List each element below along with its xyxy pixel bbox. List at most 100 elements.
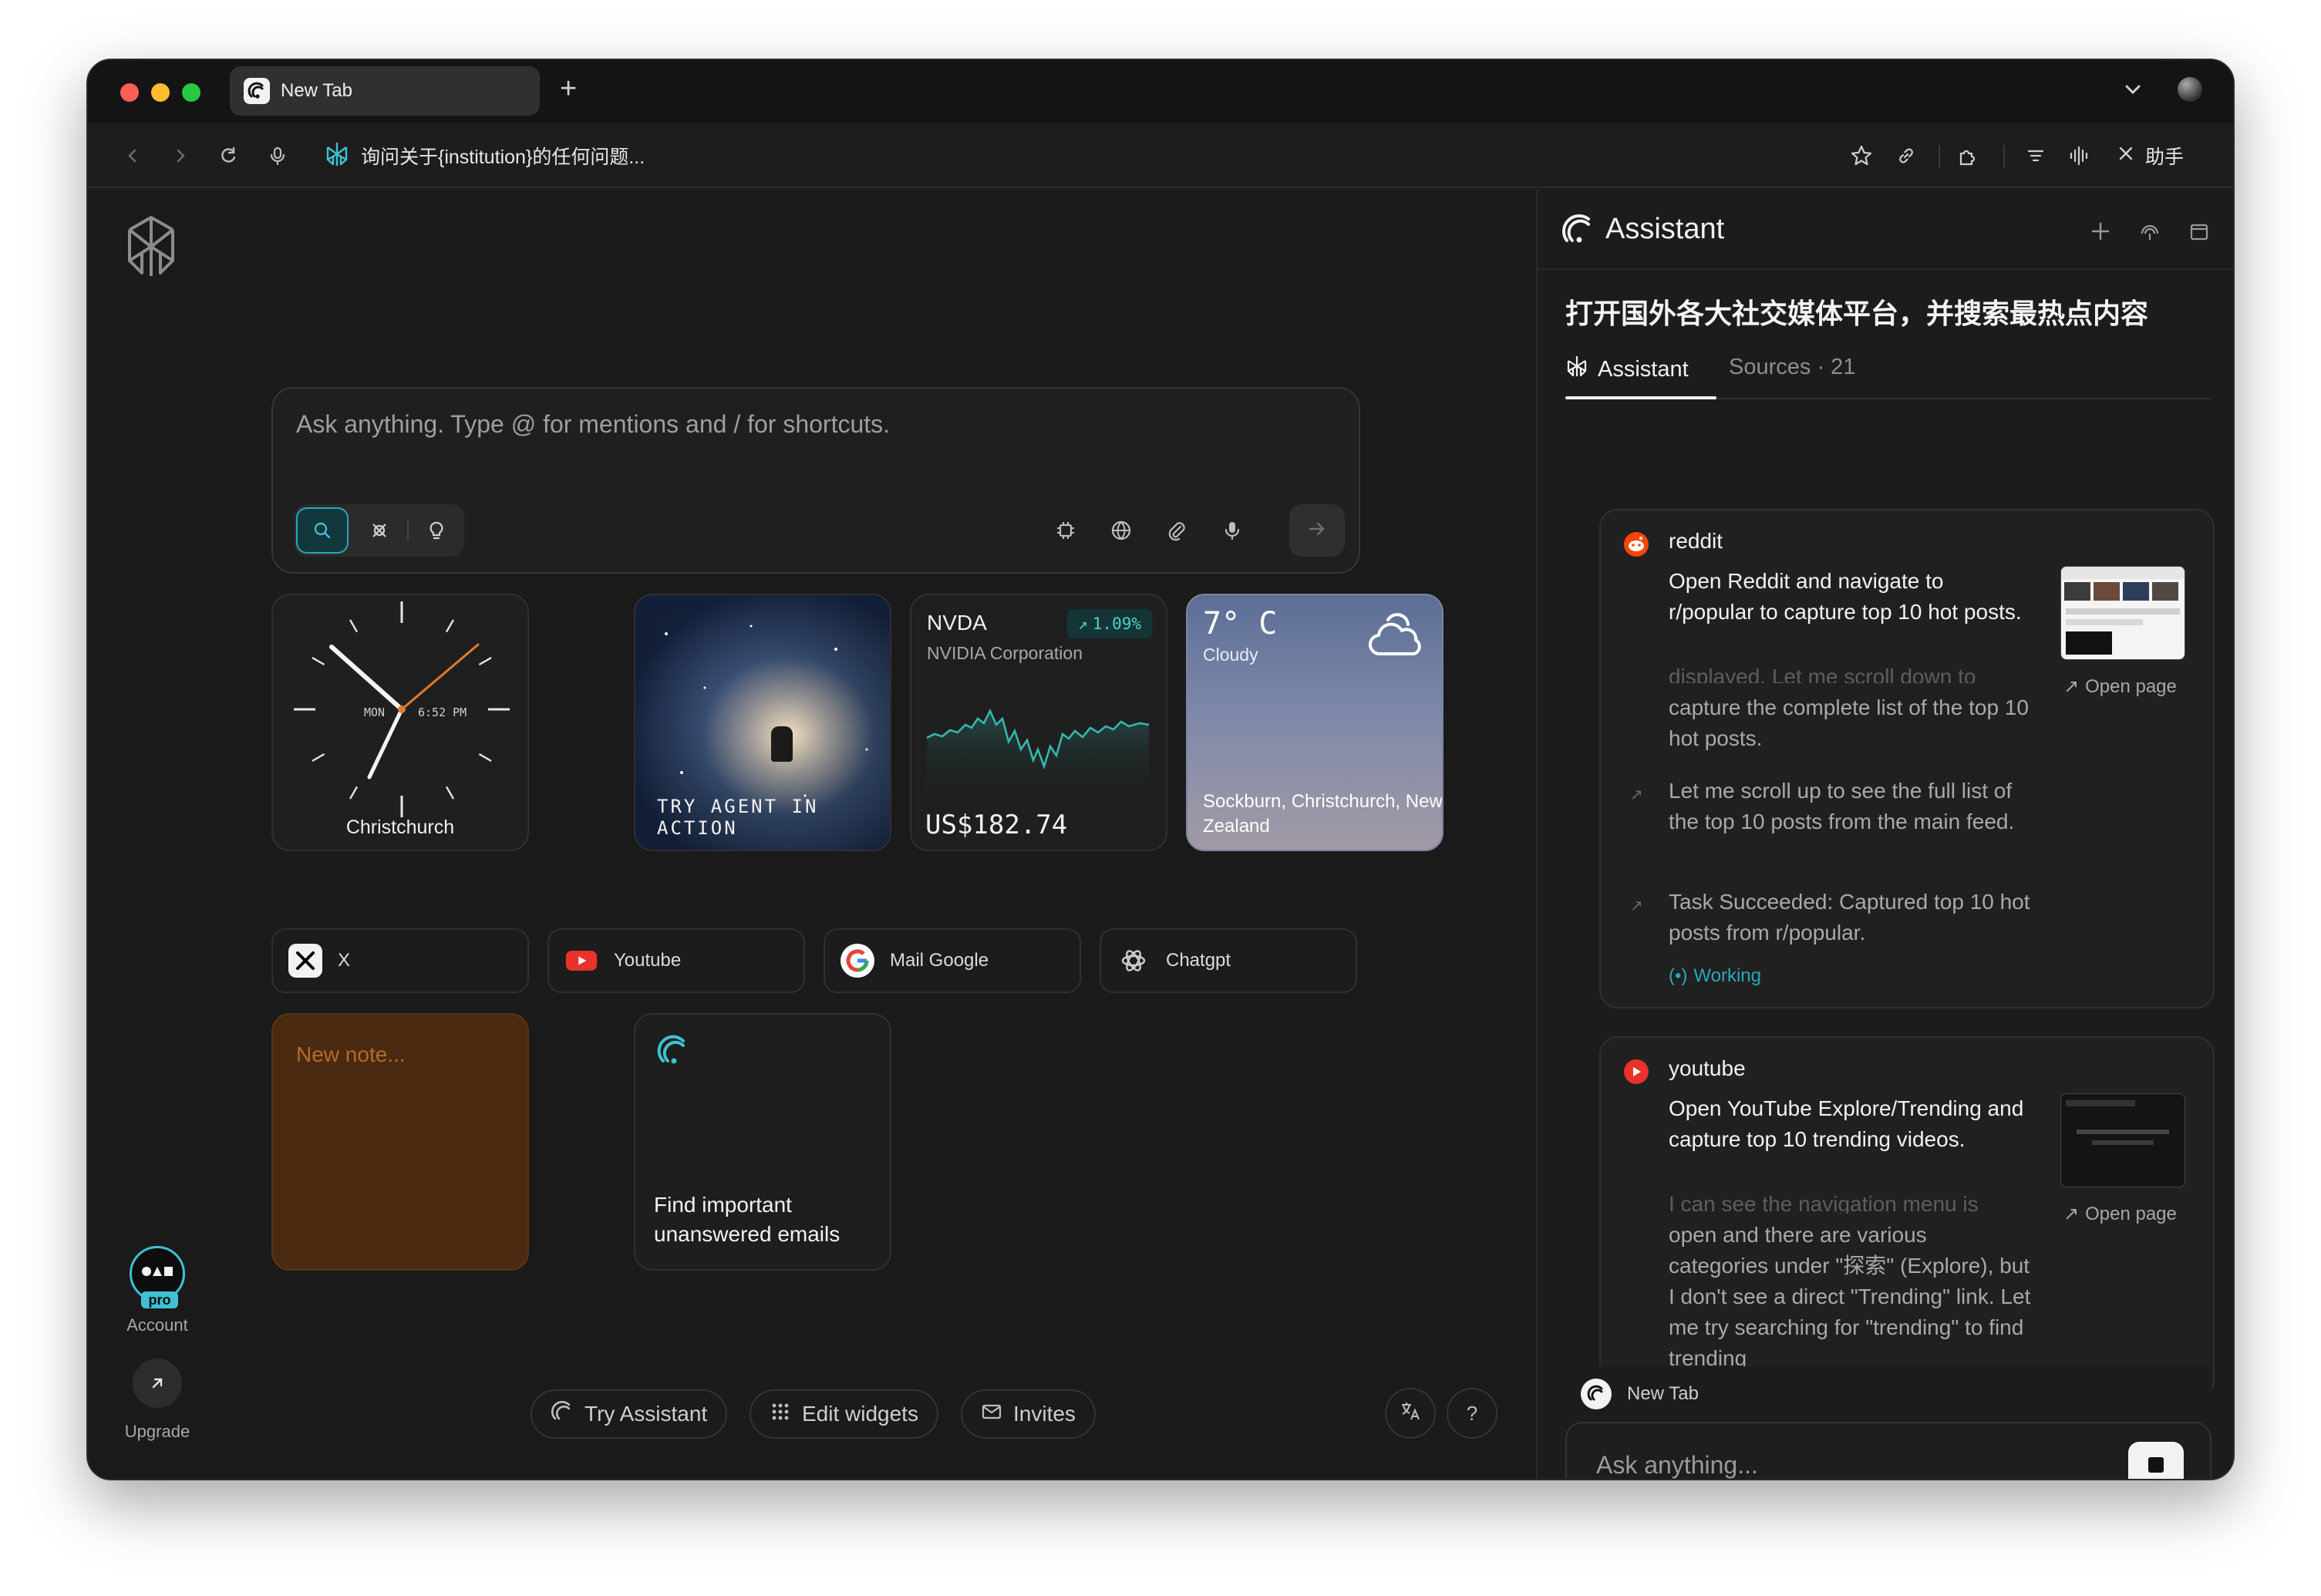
search-mode-button[interactable] xyxy=(296,507,349,554)
help-button[interactable]: ? xyxy=(1447,1388,1497,1439)
active-tab-indicator xyxy=(1565,396,1716,399)
weather-condition: Cloudy xyxy=(1203,645,1258,665)
invites-button[interactable]: Invites xyxy=(961,1389,1096,1439)
audio-waveform-icon[interactable] xyxy=(2065,142,2093,170)
close-icon xyxy=(2117,145,2134,167)
assistant-ask-box xyxy=(1565,1422,2212,1479)
shortcut-chatgpt[interactable]: Chatgpt xyxy=(1100,928,1357,993)
clock-tick xyxy=(445,619,455,633)
task-description: Open YouTube Explore/Trending and captur… xyxy=(1669,1096,2024,1151)
tab-strip: New Tab + xyxy=(88,60,2233,123)
zoom-window-button[interactable] xyxy=(182,83,200,102)
arrow-up-right-icon: ↗ xyxy=(1630,897,1643,914)
page-thumbnail[interactable] xyxy=(2060,1093,2185,1187)
clock-tick xyxy=(349,619,359,633)
note-widget[interactable]: New note... xyxy=(271,1013,529,1271)
research-mode-button[interactable] xyxy=(353,507,406,554)
google-icon xyxy=(840,944,874,978)
clock-tick xyxy=(312,656,325,666)
shortcut-x[interactable]: X xyxy=(271,928,529,993)
extensions-icon[interactable] xyxy=(1954,142,1982,170)
bookmark-star-icon[interactable] xyxy=(1848,142,1875,170)
minimize-window-button[interactable] xyxy=(151,83,170,102)
clock-city: Christchurch xyxy=(345,817,455,838)
tab-new-tab[interactable]: New Tab xyxy=(230,66,540,116)
weather-widget[interactable]: 7° C Cloudy Sockburn, Christchurch, New … xyxy=(1186,594,1443,851)
new-tab-button[interactable]: + xyxy=(560,72,577,106)
open-page-link[interactable]: ↗ Open page xyxy=(2063,1203,2177,1225)
chevron-down-icon[interactable] xyxy=(2117,74,2148,105)
working-pulse-icon: (•) xyxy=(1669,965,1688,986)
try-assistant-button[interactable]: Try Assistant xyxy=(531,1389,728,1439)
assistant-logo-icon xyxy=(1581,1379,1612,1409)
assistant-panel-header: Assistant xyxy=(1538,190,2233,270)
task-status: (•) Working xyxy=(1669,965,1761,987)
chip-icon[interactable] xyxy=(1052,517,1080,544)
weather-temperature: 7° C xyxy=(1203,606,1278,641)
reload-icon[interactable] xyxy=(214,142,242,170)
search-input[interactable] xyxy=(296,410,1299,439)
link-icon[interactable] xyxy=(1892,142,1920,170)
chatgpt-icon xyxy=(1117,944,1150,978)
assistant-tip-widget[interactable]: Find important unanswered emails xyxy=(634,1013,891,1271)
shortcut-mail-google[interactable]: Mail Google xyxy=(824,928,1081,993)
mode-divider xyxy=(407,520,409,541)
task-step: displayed. Let me scroll down to xyxy=(1669,665,1976,683)
pro-badge: pro xyxy=(141,1291,178,1308)
address-text[interactable]: 询问关于{institution}的任何问题... xyxy=(361,142,645,170)
translate-button[interactable] xyxy=(1385,1388,1436,1439)
shortcut-youtube[interactable]: Youtube xyxy=(547,928,805,993)
account-button[interactable]: pro Account xyxy=(119,1246,196,1335)
assistant-logo-icon xyxy=(551,1400,574,1429)
stop-icon xyxy=(2147,1456,2165,1478)
labs-mode-button[interactable] xyxy=(410,507,463,554)
upgrade-button[interactable]: Upgrade xyxy=(119,1359,196,1442)
page-thumbnail[interactable] xyxy=(2060,566,2185,660)
invites-label: Invites xyxy=(1013,1402,1076,1426)
agent-demo-widget[interactable]: TRY AGENT IN ACTION xyxy=(634,594,891,851)
assistant-panel: Assistant 打开国外各大社交媒体平台，并搜索最热点内容 Assistan… xyxy=(1536,190,2233,1479)
assistant-logo-icon xyxy=(655,1033,691,1072)
profile-avatar[interactable] xyxy=(2178,77,2202,102)
task-step: Let me scroll up to see the full list of… xyxy=(1669,779,2015,833)
tab-assistant[interactable]: Assistant xyxy=(1565,355,1689,384)
omnibox[interactable]: 询问关于{institution}的任何问题... xyxy=(324,139,645,173)
shortcut-label: Chatgpt xyxy=(1166,950,1231,971)
open-page-label: Open page xyxy=(2085,1203,2177,1224)
stop-button[interactable] xyxy=(2128,1442,2184,1479)
arrow-right-icon xyxy=(1306,518,1328,544)
globe-icon[interactable] xyxy=(1107,517,1135,544)
perplexity-logo-icon[interactable] xyxy=(122,214,180,279)
open-page-link[interactable]: ↗ Open page xyxy=(2063,675,2177,698)
edit-widgets-label: Edit widgets xyxy=(802,1402,918,1426)
task-card-reddit: reddit Open Reddit and navigate to r/pop… xyxy=(1599,509,2215,1008)
forward-icon[interactable] xyxy=(167,142,194,170)
thumbnail-row xyxy=(2066,1100,2135,1106)
reader-mode-icon[interactable] xyxy=(2022,142,2050,170)
tab-sources[interactable]: Sources · 21 xyxy=(1729,355,1855,380)
new-thread-plus-icon[interactable] xyxy=(2087,217,2114,245)
thumbnail-block xyxy=(2066,631,2112,655)
thumbnail-tile xyxy=(2094,582,2120,601)
history-icon[interactable] xyxy=(2136,217,2164,245)
close-window-button[interactable] xyxy=(120,83,139,102)
cloudy-icon xyxy=(1365,609,1427,664)
shortcut-label: X xyxy=(338,950,351,971)
clock-widget[interactable]: MON 6:52 PM Christchurch xyxy=(271,594,529,851)
submit-search-button[interactable] xyxy=(1289,504,1345,557)
context-tab-chip[interactable]: New Tab xyxy=(1565,1366,2212,1422)
microphone-icon[interactable] xyxy=(264,142,291,170)
agent-demo-caption: TRY AGENT IN ACTION xyxy=(657,796,819,839)
arrow-up-right-icon: ↗ xyxy=(2063,676,2080,697)
open-page-label: Open page xyxy=(2085,675,2177,697)
clock-face: MON 6:52 PM xyxy=(294,601,510,817)
paperclip-icon[interactable] xyxy=(1163,517,1191,544)
assistant-ask-input[interactable] xyxy=(1596,1451,2105,1479)
popout-window-icon[interactable] xyxy=(2185,217,2213,245)
clock-second-hand xyxy=(400,643,480,711)
assistant-toggle-button[interactable]: 助手 xyxy=(2117,142,2184,170)
back-icon[interactable] xyxy=(119,142,147,170)
stock-widget[interactable]: NVDA NVIDIA Corporation ↗ 1.09% US$182.7… xyxy=(910,594,1167,851)
microphone-icon[interactable] xyxy=(1218,517,1246,544)
edit-widgets-button[interactable]: Edit widgets xyxy=(750,1389,938,1439)
